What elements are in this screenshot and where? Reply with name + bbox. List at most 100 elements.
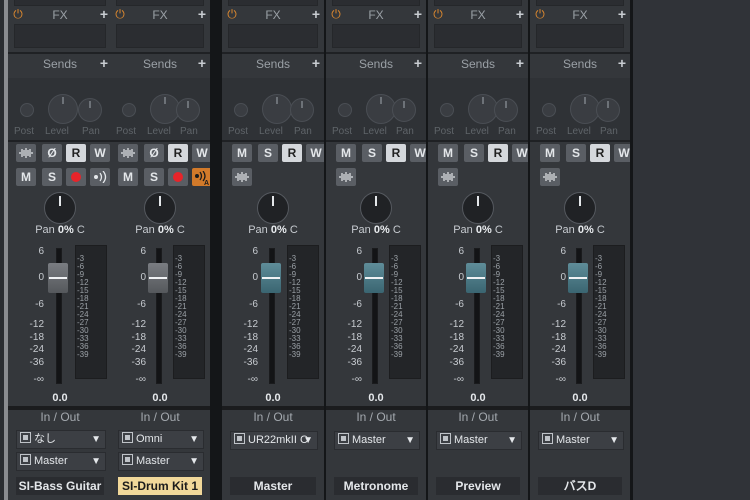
port-icon [122, 432, 133, 443]
output-select[interactable]: UR22mkII C ▼ [230, 431, 318, 450]
volume-fader[interactable] [148, 263, 168, 293]
add-send-button[interactable]: + [516, 55, 524, 71]
sends-label: Sends [562, 57, 598, 71]
level-label: Level [567, 126, 591, 137]
input-select[interactable]: なし ▼ [16, 430, 106, 449]
solo-button[interactable]: S [566, 144, 586, 162]
empty-mixer-area [633, 0, 750, 500]
volume-fader[interactable] [364, 263, 384, 293]
in-out-label: In / Out [140, 410, 180, 424]
fader-scale-tick: -24 [131, 344, 146, 355]
knob-indicator [579, 196, 581, 206]
output-select-value: Master [352, 434, 386, 446]
fader-scale-tick: -∞ [135, 374, 146, 385]
level-label: Level [259, 126, 283, 137]
channel-strip-4: FX ⏻ + Sends + Post Level Pan M S R W Pan 0% C 6 0 -6 -1… [428, 0, 528, 500]
phase-invert-button[interactable]: Ø [144, 144, 164, 162]
in-out-label: In / Out [458, 410, 498, 424]
channel-name[interactable]: Metronome [334, 477, 418, 495]
output-select[interactable]: Master ▼ [538, 431, 624, 450]
solo-button[interactable]: S [258, 144, 278, 162]
meter-scale: -3 -6 -9 -12 -15 -18 -21 -24 -27 -30 -33 -36 -39 [175, 0, 195, 400]
fader-scale-tick: -∞ [453, 374, 464, 385]
input-select-value: Omni [136, 433, 163, 445]
input-select[interactable]: Omni ▼ [118, 430, 204, 449]
output-select[interactable]: Master ▼ [118, 452, 204, 471]
fx-label: FX [470, 8, 486, 22]
fader-scale-tick: -36 [449, 357, 464, 368]
fader-scale-tick: -24 [347, 344, 362, 355]
fader-scale-tick: -∞ [33, 374, 44, 385]
add-send-button[interactable]: + [312, 55, 320, 71]
pan-knob[interactable] [564, 192, 596, 224]
solo-button[interactable]: S [362, 144, 382, 162]
volume-fader[interactable] [568, 263, 588, 293]
fader-scale: 6 0 -6 -12 -18 -24 -36 -∞ [434, 0, 464, 400]
output-select[interactable]: Master ▼ [16, 452, 106, 471]
knob-indicator [375, 196, 377, 206]
pan-knob[interactable] [462, 192, 494, 224]
input-select-value: なし [34, 433, 56, 445]
pan-knob[interactable] [144, 192, 176, 224]
output-select[interactable]: Master ▼ [436, 431, 522, 450]
write-automation-button[interactable]: W [410, 144, 426, 162]
meter-scale-tick: -39 [175, 350, 187, 359]
phase-invert-button[interactable]: Ø [42, 144, 62, 162]
sends-label: Sends [460, 57, 496, 71]
fader-handle-line [149, 277, 167, 279]
fader-handle-line [262, 277, 280, 279]
add-fx-button[interactable]: + [414, 6, 422, 22]
solo-button[interactable]: S [144, 168, 164, 186]
chevron-down-icon: ▼ [91, 456, 101, 467]
write-automation-button[interactable]: W [614, 144, 630, 162]
add-fx-button[interactable]: + [516, 6, 524, 22]
port-icon [234, 433, 245, 444]
output-select[interactable]: Master ▼ [334, 431, 420, 450]
fader-scale-tick: 0 [560, 272, 566, 283]
add-fx-button[interactable]: + [100, 6, 108, 22]
fader-scale-tick: -6 [137, 299, 146, 310]
chevron-down-icon: ▼ [405, 435, 415, 446]
fx-label: FX [152, 8, 168, 22]
pan-knob[interactable] [44, 192, 76, 224]
port-icon [440, 433, 451, 444]
channel-name[interactable]: Preview [436, 477, 520, 495]
add-send-button[interactable]: + [198, 55, 206, 71]
knob-indicator [159, 196, 161, 206]
strip-divider [210, 0, 222, 500]
sends-label: Sends [42, 57, 78, 71]
add-fx-button[interactable]: + [618, 6, 626, 22]
add-fx-button[interactable]: + [198, 6, 206, 22]
pan-knob[interactable] [257, 192, 289, 224]
add-send-button[interactable]: + [100, 55, 108, 71]
fader-scale-tick: -12 [131, 319, 146, 330]
pan-knob[interactable] [360, 192, 392, 224]
meter-scale: -3 -6 -9 -12 -15 -18 -21 -24 -27 -30 -33 -36 -39 [289, 0, 309, 400]
chevron-down-icon: ▼ [91, 434, 101, 445]
channel-name[interactable]: SI-Bass Guitar [16, 477, 104, 495]
meter-scale-tick: -39 [77, 350, 89, 359]
solo-button[interactable]: S [464, 144, 484, 162]
volume-fader[interactable] [48, 263, 68, 293]
fx-label: FX [368, 8, 384, 22]
channel-name[interactable]: SI-Drum Kit 1 [118, 477, 202, 495]
add-send-button[interactable]: + [618, 55, 626, 71]
pan-value: 0% [577, 224, 594, 236]
fx-label: FX [265, 8, 281, 22]
solo-button[interactable]: S [42, 168, 62, 186]
volume-fader[interactable] [466, 263, 486, 293]
write-automation-button[interactable]: W [512, 144, 528, 162]
meter-scale: -3 -6 -9 -12 -15 -18 -21 -24 -27 -30 -33 -36 -39 [493, 0, 513, 400]
send-level-knob[interactable] [48, 94, 78, 124]
volume-fader[interactable] [261, 263, 281, 293]
add-fx-button[interactable]: + [312, 6, 320, 22]
add-send-button[interactable]: + [414, 55, 422, 71]
send-level-knob[interactable] [262, 94, 292, 124]
fader-value: 0.0 [152, 392, 168, 404]
fader-scale: 6 0 -6 -12 -18 -24 -36 -∞ [116, 0, 146, 400]
pan-value: 0% [270, 224, 287, 236]
channel-name[interactable]: バスD [538, 477, 622, 495]
level-label: Level [363, 126, 387, 137]
fader-scale-tick: 0 [140, 272, 146, 283]
channel-name[interactable]: Master [230, 477, 316, 495]
